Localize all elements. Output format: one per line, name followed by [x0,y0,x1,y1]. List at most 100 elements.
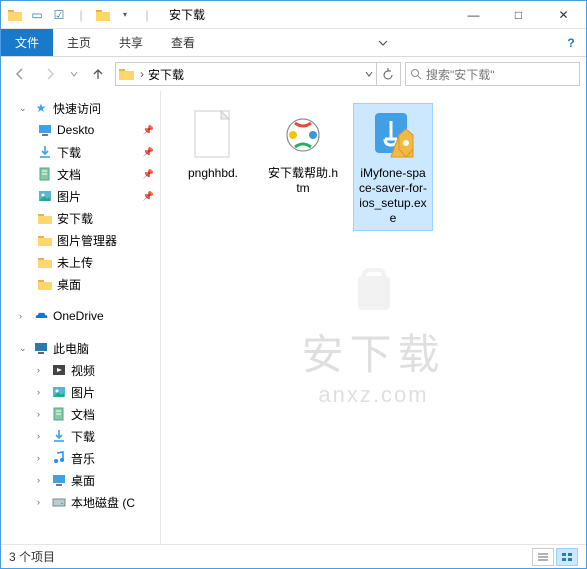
address-bar[interactable]: › 安下载 [115,62,401,86]
sidebar-item[interactable]: 桌面 [1,273,160,295]
view-toggles [532,548,578,566]
expand-icon[interactable]: › [37,497,47,507]
file-icon [189,108,237,162]
tab-share[interactable]: 共享 [105,29,157,56]
sidebar-item[interactable]: › 视频 [1,359,160,381]
ribbon-expand-button[interactable] [368,29,398,56]
expand-icon[interactable]: ⌄ [19,343,29,354]
sidebar-item[interactable]: 图片管理器 [1,229,160,251]
back-button[interactable] [7,61,33,87]
file-item[interactable]: 安下载帮助.htm [263,103,343,201]
quick-access-star-icon: ★ [33,100,49,116]
watermark: 安下载 anxz.com [301,258,445,408]
folder-app-icon [7,7,23,23]
sidebar-item[interactable]: › 音乐 [1,447,160,469]
sidebar-item[interactable]: 未上传 [1,251,160,273]
view-details-button[interactable] [532,548,554,566]
qat-properties-icon[interactable]: ▭ [29,7,45,23]
disk-icon [51,494,67,510]
expand-icon[interactable]: › [37,475,47,485]
folder-icon [37,276,53,292]
file-label: 安下载帮助.htm [268,166,338,196]
music-icon [51,450,67,466]
documents-icon [37,166,53,182]
address-folder-icon [118,65,136,83]
sidebar-item[interactable]: › 下载 [1,425,160,447]
statusbar: 3 个项目 [1,544,586,568]
sidebar-item[interactable]: 安下载 [1,207,160,229]
documents-icon [51,406,67,422]
sidebar-item[interactable]: › 文档 [1,403,160,425]
forward-button[interactable] [37,61,63,87]
view-icons-button[interactable] [556,548,578,566]
sidebar-item-label: 文档 [57,166,81,183]
sidebar-item[interactable]: 图片📌 [1,185,160,207]
onedrive-icon [33,308,49,324]
tab-home[interactable]: 主页 [53,29,105,56]
status-item-count: 3 个项目 [9,548,55,565]
desktop-icon [37,122,53,138]
refresh-button[interactable] [376,63,398,85]
expand-icon[interactable]: › [37,365,47,375]
recent-dropdown[interactable] [67,61,81,87]
up-button[interactable] [85,61,111,87]
sidebar-item-label: Deskto [57,123,94,137]
sidebar-item-label: 未上传 [57,254,93,271]
sidebar-item[interactable]: 文档 📌 [1,163,160,185]
sidebar-item-label: 安下载 [57,210,93,227]
expand-icon[interactable]: › [37,409,47,419]
search-input[interactable]: 搜索"安下载" [405,62,580,86]
sidebar-label: 快速访问 [53,100,101,117]
address-history-dropdown[interactable] [360,70,376,78]
file-list[interactable]: pnghhbd. 安下载帮助.htm iMyfone-space-saver-f… [161,91,586,544]
sidebar-label: 此电脑 [53,340,89,357]
minimize-button[interactable]: — [451,1,496,29]
address-row: › 安下载 搜索"安下载" [1,57,586,91]
breadcrumb-chevron-icon[interactable]: › [140,67,144,81]
sidebar-quick-access[interactable]: ⌄ ★ 快速访问 [1,97,160,119]
file-icon [369,108,417,162]
expand-icon[interactable]: › [37,387,47,397]
qat-checkbox-icon[interactable]: ☑ [51,7,67,23]
pictures-icon [51,384,67,400]
breadcrumb-folder[interactable]: 安下载 [148,66,360,83]
sidebar-item-label: 图片管理器 [57,232,117,249]
qat-divider: | [73,7,89,23]
sidebar-item[interactable]: Deskto 📌 [1,119,160,141]
qat-dropdown-icon[interactable]: ▾ [117,7,133,23]
file-icon [279,108,327,162]
pin-icon: 📌 [143,169,154,180]
videos-icon [51,362,67,378]
close-button[interactable]: ✕ [541,1,586,29]
navigation-pane[interactable]: ⌄ ★ 快速访问 Deskto📌 下载📌 文档📌 图片📌 安下载 图片管理器 [1,91,161,544]
file-label: pnghhbd. [188,166,238,181]
expand-icon[interactable]: › [19,311,29,321]
sidebar-item-label: 文档 [71,406,95,423]
expand-icon[interactable]: › [37,453,47,463]
sidebar-onedrive[interactable]: › OneDrive [1,305,160,327]
sidebar-item[interactable]: › 桌面 [1,469,160,491]
file-item[interactable]: iMyfone-space-saver-for-ios_setup.exe [353,103,433,231]
tab-view[interactable]: 查看 [157,29,209,56]
pin-icon: 📌 [143,147,154,158]
sidebar-item[interactable]: › 图片 [1,381,160,403]
search-icon [410,68,422,80]
file-item[interactable]: pnghhbd. [173,103,253,186]
sidebar-item[interactable]: 下载📌 [1,141,160,163]
folder-icon [37,232,53,248]
help-button[interactable]: ? [556,29,586,56]
expand-icon[interactable]: › [37,431,47,441]
pin-icon: 📌 [143,125,154,136]
titlebar: ▭ ☑ | ▾ | 安下载 — □ ✕ [1,1,586,29]
sidebar-item-label: 图片 [71,384,95,401]
maximize-button[interactable]: □ [496,1,541,29]
quick-access-toolbar: ▭ ☑ | ▾ | [1,7,161,23]
ribbon: 文件 主页 共享 查看 ? [1,29,586,57]
window-title: 安下载 [161,6,451,23]
search-placeholder: 搜索"安下载" [426,66,575,83]
tab-file[interactable]: 文件 [1,29,53,56]
sidebar-this-pc[interactable]: ⌄ 此电脑 [1,337,160,359]
sidebar-item[interactable]: › 本地磁盘 (C [1,491,160,513]
expand-icon[interactable]: ⌄ [19,103,29,114]
sidebar-item-label: 桌面 [71,472,95,489]
